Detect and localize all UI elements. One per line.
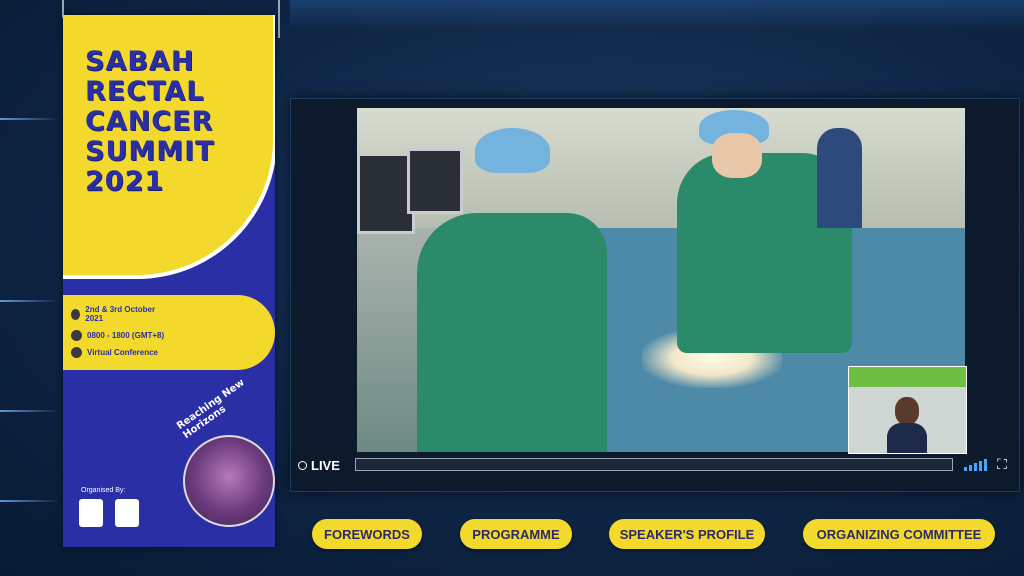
staff-member [817,128,862,228]
banner-title-line: CANCER [85,106,214,137]
colon-illustration [183,435,275,527]
live-indicator: LIVE [298,458,340,473]
progress-bar[interactable] [355,458,953,471]
calendar-icon [71,308,81,320]
decor-line [0,500,60,502]
live-label: LIVE [311,457,340,473]
live-dot-icon [298,460,307,470]
presenter-webcam[interactable] [848,366,967,454]
event-banner: SABAH RECTAL CANCER SUMMIT 2021 2nd & 3r… [63,15,275,547]
banner-mode: Virtual Conference [71,347,158,358]
banner-title-line: SABAH [85,46,195,77]
banner-tagline: Reaching New Horizons [175,377,247,442]
globe-icon [71,347,82,358]
presenter [887,397,927,453]
banner-title-line: SUMMIT [85,136,215,167]
surgeon-face [712,133,762,178]
banner-time-text: 0800 - 1800 (GMT+8) [87,331,165,340]
forewords-button[interactable]: FOREWORDS [312,519,422,549]
banner-mode-text: Virtual Conference [87,348,158,357]
surgical-cap [475,128,550,173]
speakers-profile-button[interactable]: SPEAKER'S PROFILE [609,519,765,549]
decor-line [0,118,60,120]
organizer-logo [79,499,103,527]
banner-title-line: RECTAL [85,76,205,107]
player-controls: LIVE ⛶ [292,452,1016,478]
organizer-logo [115,499,139,527]
decor-line [0,300,60,302]
organizing-committee-button[interactable]: ORGANIZING COMMITTEE [803,519,995,549]
stage-top-frame [290,0,1024,30]
medical-monitor [407,148,463,214]
banner-title-line: 2021 [85,166,165,197]
clock-icon [71,330,82,341]
banner-rope [278,0,280,38]
banner-title: SABAH RECTAL CANCER SUMMIT 2021 [85,47,265,197]
fullscreen-icon[interactable]: ⛶ [994,456,1010,472]
surgeon-left [417,213,607,452]
decor-line [0,410,60,412]
webcam-background [849,367,966,387]
banner-date-text: 2nd & 3rd October 2021 [85,305,156,323]
banner-date: 2nd & 3rd October 2021 [71,305,161,323]
organized-by-label: Organised By: [81,487,126,494]
signal-strength-icon [964,457,987,471]
banner-time: 0800 - 1800 (GMT+8) [71,330,164,341]
programme-button[interactable]: PROGRAMME [460,519,572,549]
